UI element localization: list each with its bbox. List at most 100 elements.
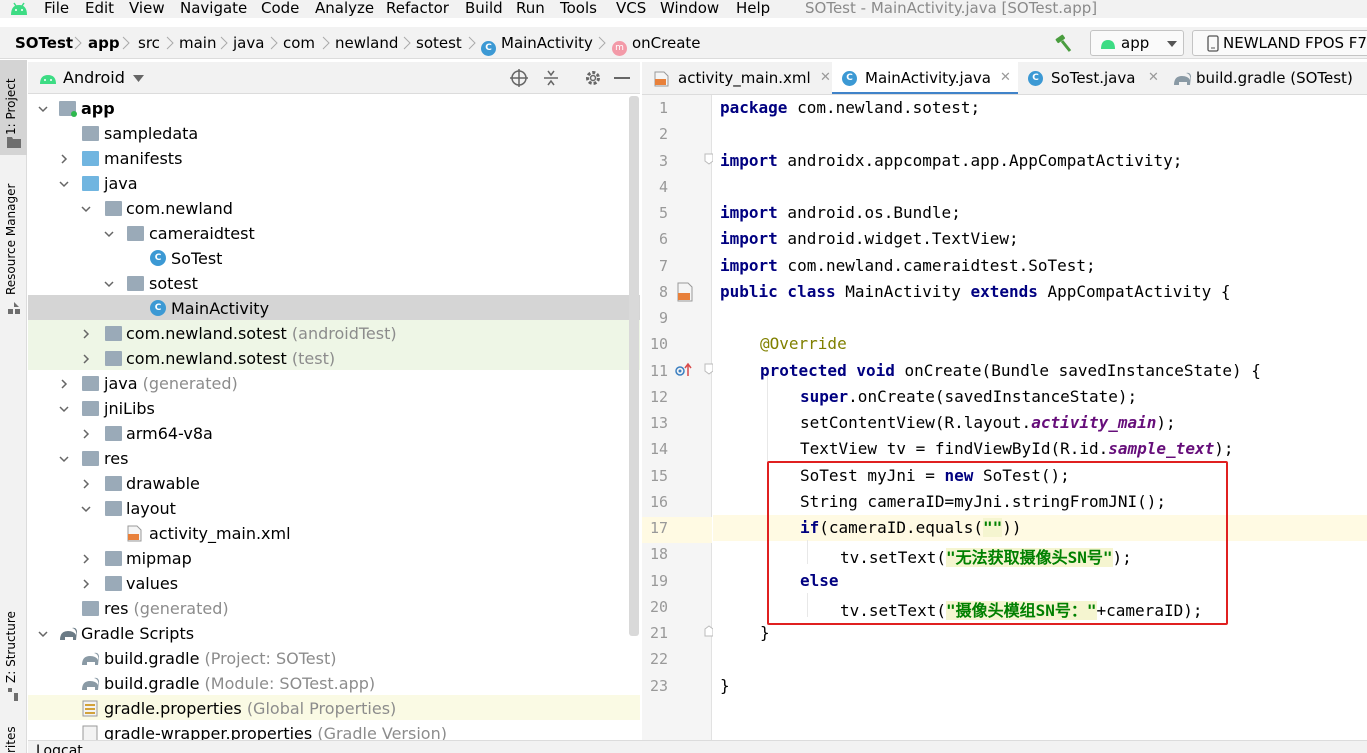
chevron-down-icon[interactable]: [59, 404, 69, 414]
activity-layout-icon[interactable]: [676, 282, 694, 302]
breadcrumb-main[interactable]: main: [179, 34, 216, 52]
chevron-right-icon[interactable]: [81, 579, 91, 589]
tree-item-mainactivity[interactable]: C MainActivity: [28, 296, 628, 321]
breadcrumb-oncreate[interactable]: m onCreate: [612, 34, 701, 56]
hammer-build-icon[interactable]: [1053, 33, 1073, 53]
tree-item-res-generated[interactable]: res (generated): [28, 596, 628, 621]
menu-help[interactable]: Help: [736, 0, 770, 16]
structure-tool-button[interactable]: Z: Structure: [0, 605, 27, 705]
tree-item-values[interactable]: values: [28, 571, 628, 596]
run-config-dropdown[interactable]: app: [1090, 30, 1184, 56]
tree-item-java[interactable]: java: [28, 171, 628, 196]
tree-item-sotest-class[interactable]: C SoTest: [28, 246, 628, 271]
structure-icon: [8, 688, 18, 701]
project-view-mode[interactable]: Android: [63, 68, 125, 87]
tree-item-gradle-properties[interactable]: gradle.properties (Global Properties): [28, 696, 628, 721]
gear-icon[interactable]: [584, 69, 602, 87]
menu-view[interactable]: View: [129, 0, 165, 16]
close-icon[interactable]: ✕: [1000, 62, 1011, 94]
chevron-right-icon[interactable]: [81, 429, 91, 439]
chevron-down-icon[interactable]: [81, 504, 91, 514]
menu-code[interactable]: Code: [261, 0, 299, 16]
tree-item-cameraidtest[interactable]: cameraidtest: [28, 221, 628, 246]
override-method-icon[interactable]: [674, 362, 694, 378]
tree-item-mipmap[interactable]: mipmap: [28, 546, 628, 571]
chevron-right-icon[interactable]: [81, 554, 91, 564]
chevron-down-icon[interactable]: [81, 204, 91, 214]
tree-item-sotest-package[interactable]: sotest: [28, 271, 628, 296]
tree-item-jnilibs[interactable]: jniLibs: [28, 396, 628, 421]
menu-navigate[interactable]: Navigate: [180, 0, 247, 16]
tree-item-res[interactable]: res: [28, 446, 628, 471]
menu-build[interactable]: Build: [465, 0, 503, 16]
tree-item-layout[interactable]: layout: [28, 496, 628, 521]
device-dropdown[interactable]: NEWLAND FPOS F7: [1192, 30, 1367, 56]
locate-target-icon[interactable]: [510, 69, 528, 87]
project-panel-header: Android: [28, 62, 640, 94]
close-icon[interactable]: ✕: [820, 62, 831, 94]
chevron-down-icon[interactable]: [59, 454, 69, 464]
menu-window[interactable]: Window: [660, 0, 719, 16]
logcat-tab[interactable]: Logcat: [36, 744, 83, 753]
tree-item-app[interactable]: app: [28, 96, 628, 121]
tab-build-gradle[interactable]: build.gradle (SOTest): [1168, 62, 1367, 94]
breadcrumb-newland[interactable]: newland: [335, 34, 398, 52]
tree-item-java-generated[interactable]: java (generated): [28, 371, 628, 396]
tree-item-label: res (generated): [104, 599, 229, 618]
tree-item-androidtest[interactable]: com.newland.sotest (androidTest): [28, 321, 628, 346]
code-line-13: setContentView(R.layout.activity_main);: [800, 413, 1176, 432]
tree-item-label: layout: [126, 499, 176, 518]
minimize-icon[interactable]: [614, 76, 630, 80]
line-number: 17: [649, 519, 668, 537]
tree-scrollbar[interactable]: [629, 96, 639, 636]
collapse-all-icon[interactable]: [542, 69, 560, 87]
breadcrumb-com[interactable]: com: [283, 34, 315, 52]
breadcrumb-java[interactable]: java: [233, 34, 264, 52]
generated-folder-icon: [82, 376, 99, 391]
breadcrumb-project[interactable]: SOTest: [15, 34, 73, 52]
tree-item-test[interactable]: com.newland.sotest (test): [28, 346, 628, 371]
chevron-down-icon[interactable]: [104, 229, 114, 239]
chevron-right-icon[interactable]: [81, 479, 91, 489]
tree-item-activity-main-xml[interactable]: activity_main.xml: [28, 521, 628, 546]
menu-refactor[interactable]: Refactor: [386, 0, 449, 16]
breadcrumb-mainactivity[interactable]: C MainActivity: [481, 34, 593, 56]
chevron-right-icon[interactable]: [59, 154, 69, 164]
close-icon[interactable]: ✕: [1148, 62, 1159, 94]
tree-item-sampledata[interactable]: sampledata: [28, 121, 628, 146]
tree-item-manifests[interactable]: manifests: [28, 146, 628, 171]
tab-mainactivity-java[interactable]: C MainActivity.java ✕: [832, 62, 1018, 94]
chevron-right-icon[interactable]: [59, 379, 69, 389]
menu-edit[interactable]: Edit: [85, 0, 114, 16]
menu-run[interactable]: Run: [516, 0, 545, 16]
chevron-down-icon[interactable]: [38, 104, 48, 114]
menu-file[interactable]: File: [44, 0, 69, 16]
code-editor[interactable]: package com.newland.sotest; import andro…: [713, 95, 1367, 740]
project-tool-button[interactable]: 1: Project: [0, 60, 27, 155]
tree-item-build-gradle-module[interactable]: build.gradle (Module: SOTest.app): [28, 671, 628, 696]
tree-item-com-newland[interactable]: com.newland: [28, 196, 628, 221]
chevron-right-icon[interactable]: [81, 354, 91, 364]
breadcrumb-src[interactable]: src: [138, 34, 160, 52]
tree-item-gradle-wrapper[interactable]: gradle-wrapper.properties (Gradle Versio…: [28, 721, 628, 740]
breadcrumb-sotest[interactable]: sotest: [416, 34, 462, 52]
breadcrumb-app[interactable]: app: [88, 34, 120, 52]
chevron-down-icon[interactable]: [133, 75, 144, 82]
chevron-down-icon[interactable]: [59, 179, 69, 189]
chevron-down-icon[interactable]: [38, 629, 48, 639]
folder-icon: [82, 151, 99, 166]
tab-sotest-java[interactable]: C SoTest.java ✕: [1018, 62, 1166, 94]
tree-item-gradle-scripts[interactable]: Gradle Scripts: [28, 621, 628, 646]
tree-item-drawable[interactable]: drawable: [28, 471, 628, 496]
tree-item-build-gradle-project[interactable]: build.gradle (Project: SOTest): [28, 646, 628, 671]
tab-activity-main-xml[interactable]: activity_main.xml ✕: [650, 62, 832, 94]
resource-manager-tool-button[interactable]: Resource Manager: [0, 175, 27, 320]
folder-icon: [82, 126, 99, 141]
tree-item-arm64[interactable]: arm64-v8a: [28, 421, 628, 446]
chevron-right-icon[interactable]: [81, 329, 91, 339]
menu-analyze[interactable]: Analyze: [315, 0, 374, 16]
menu-tools[interactable]: Tools: [560, 0, 597, 16]
menu-vcs[interactable]: VCS: [616, 0, 646, 16]
chevron-down-icon[interactable]: [104, 279, 114, 289]
favorites-tool-button[interactable]: rites: [0, 720, 27, 753]
